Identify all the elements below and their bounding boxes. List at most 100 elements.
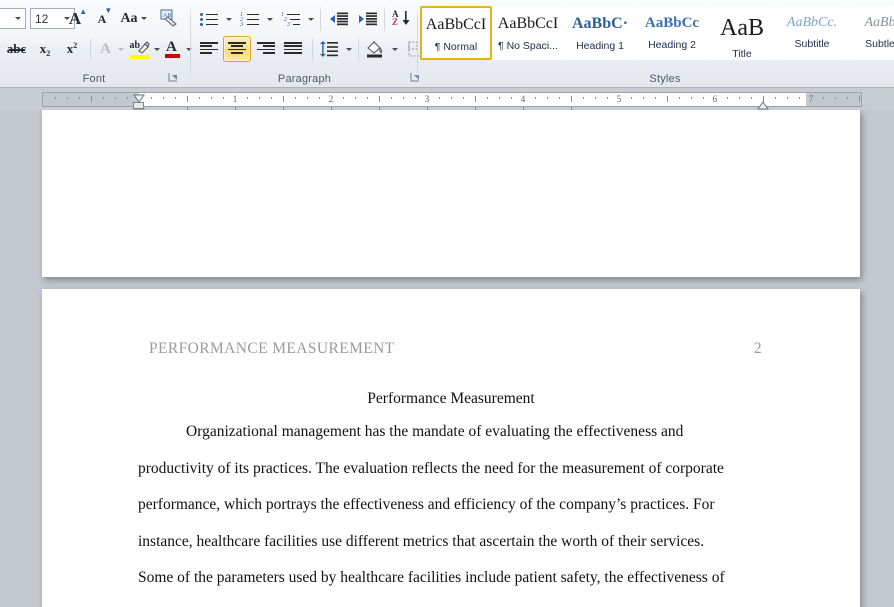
ruler-tick: [547, 97, 548, 99]
ruler-tick: [163, 97, 164, 99]
line-spacing-caret[interactable]: [342, 42, 355, 56]
style-item-no-spaci[interactable]: AaBbCcI ¶ No Spaci...: [492, 6, 564, 60]
style-sample-text: AaBbC·: [571, 15, 628, 32]
shading-caret[interactable]: [388, 42, 401, 56]
ruler-tick: [727, 97, 728, 99]
ribbon-group-font: n 12 A ▲ A ▼ Aa: [0, 0, 192, 88]
font-separator: [90, 36, 91, 63]
line-spacing-button[interactable]: [316, 37, 342, 61]
document-canvas[interactable]: PERFORMANCE MEASUREMENT 2 Performance Me…: [0, 110, 894, 607]
multilevel-list-button[interactable]: 1 2 3: [278, 7, 304, 31]
increase-indent-button[interactable]: [354, 7, 380, 31]
sort-button[interactable]: A Z: [388, 7, 414, 31]
font-name-combobox[interactable]: n: [0, 8, 26, 29]
style-item-heading-1[interactable]: AaBbC· Heading 1: [564, 6, 636, 60]
highlight-color-swatch: [129, 55, 149, 59]
ruler-tick: [799, 97, 800, 99]
font-name-caret[interactable]: [10, 17, 25, 20]
ruler-tick: [583, 97, 584, 99]
ruler-tick: [655, 97, 656, 99]
document-paragraph-line: Some of the parameters used by healthcar…: [138, 569, 725, 586]
text-highlight-button[interactable]: ab: [127, 36, 152, 62]
ruler-tick: [91, 96, 92, 102]
style-sample-text: AaBbCc.: [786, 15, 838, 30]
ruler-tick: [679, 97, 680, 99]
subscript-sub: 2: [46, 49, 51, 58]
bullets-caret[interactable]: [222, 12, 235, 26]
right-indent-marker[interactable]: [757, 97, 769, 110]
decrease-indent-icon: [329, 12, 348, 25]
shading-bucket-icon: [367, 41, 383, 58]
superscript-button[interactable]: x2: [59, 37, 85, 61]
horizontal-ruler[interactable]: 1 2 3 4 5 6 7: [42, 92, 862, 107]
subscript-button[interactable]: x2: [32, 37, 58, 61]
ruler-tick: [511, 97, 512, 99]
paragraph-separator-2: [384, 6, 385, 33]
font-dialog-launcher[interactable]: [168, 72, 180, 84]
ruler-tick: [355, 97, 356, 99]
numbering-button[interactable]: 1 2 3: [237, 7, 263, 31]
shading-button[interactable]: [362, 37, 388, 61]
text-effects-caret[interactable]: [115, 42, 127, 56]
multilevel-list-caret[interactable]: [304, 12, 317, 26]
align-right-icon: [257, 42, 275, 56]
grow-font-button[interactable]: A ▲: [63, 7, 87, 30]
font-color-swatch: [165, 54, 180, 58]
ribbon: n 12 A ▲ A ▼ Aa: [0, 0, 894, 88]
group-separator-2: [417, 4, 418, 82]
align-left-icon: [200, 42, 218, 56]
document-page-2[interactable]: PERFORMANCE MEASUREMENT 2 Performance Me…: [42, 289, 860, 607]
justify-icon: [284, 42, 302, 56]
justify-button[interactable]: [280, 37, 306, 61]
style-item-subtitle[interactable]: AaBbCc. Subtitle: [776, 6, 848, 60]
change-case-button[interactable]: Aa: [117, 7, 150, 30]
ruler-tick: [451, 97, 452, 99]
style-item-title[interactable]: AaB Title: [708, 6, 776, 60]
style-sample-text: AaBb: [864, 15, 894, 30]
highlighter-pen-icon: [137, 41, 150, 54]
document-paragraph-line: Organizational management has the mandat…: [186, 423, 684, 440]
paragraph-separator-1: [320, 6, 321, 33]
ruler-tick: [307, 97, 308, 99]
numbering-caret[interactable]: [263, 12, 276, 26]
ruler-tick: [403, 97, 404, 99]
bullets-button[interactable]: [196, 7, 222, 31]
left-indent-marker[interactable]: [133, 102, 144, 109]
style-item-heading-2[interactable]: AaBbCc Heading 2: [636, 6, 708, 60]
ruler-tick: [55, 97, 56, 99]
font-color-button[interactable]: A: [162, 36, 184, 62]
shrink-font-button[interactable]: A ▼: [90, 6, 114, 30]
align-right-button[interactable]: [253, 37, 279, 61]
paragraph-group-label: Paragraph: [277, 73, 332, 85]
ruler-tick: [247, 97, 248, 99]
ruler-number: 2: [328, 94, 334, 104]
ruler-tick: [775, 97, 776, 99]
style-name-label: Heading 1: [576, 40, 624, 52]
increase-indent-icon: [358, 12, 377, 25]
ruler-tick: [631, 97, 632, 99]
style-name-label: Subtle: [865, 38, 894, 50]
ruler-tick: [151, 97, 152, 99]
align-center-button[interactable]: [223, 36, 251, 62]
superscript-sup: 2: [73, 41, 78, 50]
ruler-tick: [379, 96, 380, 102]
style-item-normal[interactable]: AaBbCcI ¶ Normal: [420, 6, 492, 60]
document-page-1[interactable]: [42, 110, 860, 277]
clear-formatting-button[interactable]: AB: [155, 5, 183, 31]
style-name-label: Subtitle: [794, 38, 830, 50]
text-effects-button[interactable]: A: [94, 37, 117, 61]
strikethrough-line-icon: [9, 49, 25, 51]
align-left-button[interactable]: [196, 37, 222, 61]
ruler-tick: [835, 97, 836, 99]
style-name-label: Title: [732, 48, 752, 60]
ruler-tick: [823, 97, 824, 99]
ruler-tick: [259, 97, 260, 99]
font-name-value: n: [0, 12, 10, 26]
style-name-label: ¶ No Spaci...: [498, 40, 558, 52]
document-body[interactable]: Organizational management has the mandat…: [138, 414, 772, 597]
ruler-tick: [847, 97, 848, 99]
ruler-tick: [499, 97, 500, 99]
ruler-tick: [391, 97, 392, 99]
decrease-indent-button[interactable]: [325, 7, 351, 31]
style-item-subtle[interactable]: AaBb Subtle: [848, 6, 894, 60]
